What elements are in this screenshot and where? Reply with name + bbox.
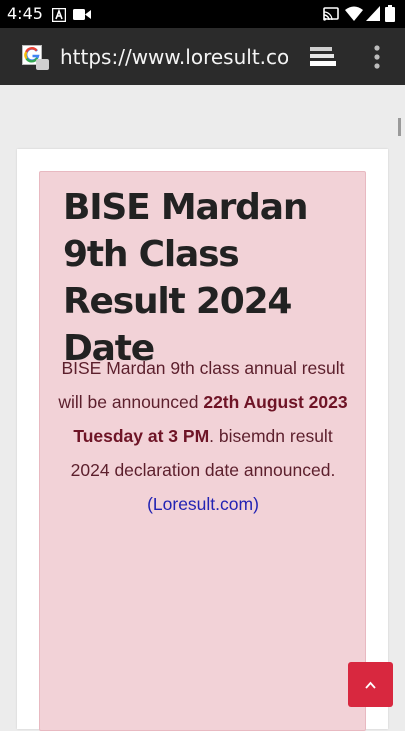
source-link[interactable]: (Loresult.com) (147, 494, 259, 514)
browser-toolbar: https://www.loresult.com (0, 28, 405, 85)
status-bar: 4:45 (0, 0, 405, 28)
chevron-up-icon (365, 681, 376, 689)
status-time: 4:45 (7, 4, 43, 23)
signal-icon (366, 6, 380, 21)
cast-icon (323, 7, 339, 21)
tab-switcher-icon[interactable] (310, 46, 338, 68)
wifi-icon (345, 6, 363, 21)
battery-icon (385, 5, 395, 22)
overflow-menu-icon[interactable] (373, 45, 381, 69)
video-camera-icon (73, 9, 91, 20)
article-body: BISE Mardan 9th class annual result will… (58, 351, 348, 521)
back-to-top-button[interactable] (348, 662, 393, 707)
url-bar[interactable]: https://www.loresult.com (60, 44, 288, 70)
page-scrollbar[interactable] (398, 118, 401, 136)
lock-icon (36, 59, 49, 70)
a-app-icon (52, 8, 66, 22)
article-title: BISE Mardan 9th Class Result 2024 Date (63, 187, 308, 369)
